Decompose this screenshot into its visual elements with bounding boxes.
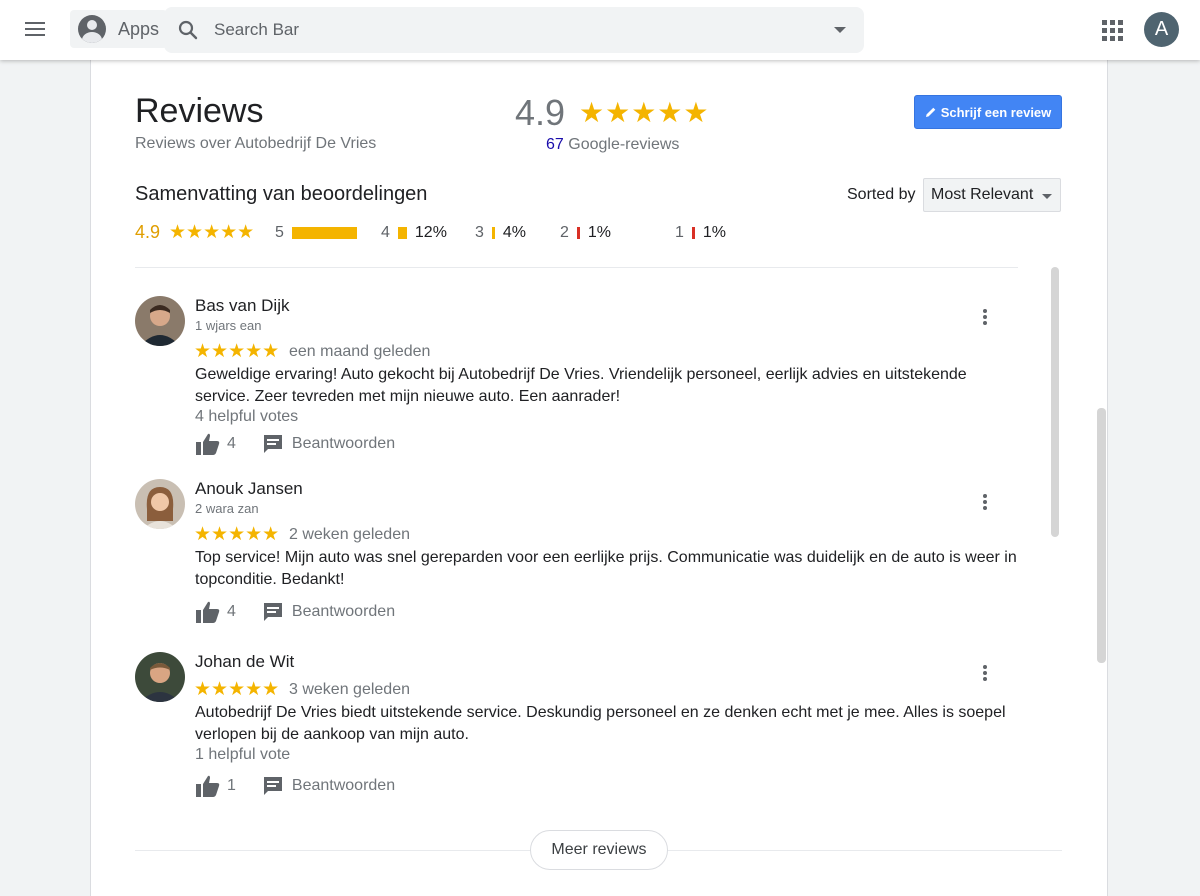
summary-title: Samenvatting van beoordelingen (135, 183, 428, 205)
page-subtitle: Reviews over Autobedrijf De Vries (135, 135, 377, 152)
google-reviews-count[interactable]: 67 Google-reviews (546, 136, 679, 154)
reply-button[interactable]: Beantwoorden (262, 775, 395, 797)
reply-label: Beantwoorden (291, 777, 396, 794)
reviewer-avatar[interactable] (135, 479, 185, 529)
divider (135, 267, 1018, 268)
chevron-down-icon (1042, 194, 1052, 199)
top-bar: Apps A (0, 0, 1200, 60)
review-item: Bas van Dijk 1 wjars ean ★★★★★ een maand… (135, 286, 1025, 466)
thumbs-up-icon[interactable] (195, 600, 221, 624)
thumbs-up-count: 4 (227, 603, 236, 620)
distribution-3: 3 4% (475, 224, 526, 242)
distribution-1: 1 1% (675, 224, 726, 242)
reviews-panel: Reviews Reviews over Autobedrijf De Vrie… (90, 60, 1108, 896)
average-rating: 4.9 (135, 222, 161, 242)
sort-dropdown[interactable]: Most Relevant (923, 178, 1061, 212)
comment-icon (263, 603, 282, 621)
reviewer-meta: 2 wara zan (195, 501, 259, 516)
thumbs-up-count: 4 (227, 435, 236, 452)
review-item: Anouk Jansen 2 wara zan ★★★★★ 2 weken ge… (135, 469, 1025, 629)
distribution-stars: 2 (560, 224, 569, 241)
review-actions: 4 Beantwoorden (195, 600, 395, 624)
distribution-percent: 4% (502, 224, 527, 241)
search-bar[interactable] (164, 7, 864, 53)
distribution-5: 5 (275, 224, 365, 242)
page-title: Reviews (135, 92, 264, 130)
more-vert-icon[interactable] (977, 662, 993, 684)
review-actions: 1 Beantwoorden (195, 774, 395, 798)
review-text: Autobedrijf De Vries biedt uitstekende s… (195, 704, 1006, 743)
reply-label: Beantwoorden (291, 435, 396, 452)
review-stars: ★★★★★ (194, 524, 280, 545)
more-vert-icon[interactable] (977, 491, 993, 513)
review-stars: ★★★★★ (194, 341, 280, 362)
distribution-stars: 4 (381, 224, 390, 241)
page-scrollbar[interactable] (1097, 408, 1106, 663)
reviewer-avatar[interactable] (135, 652, 185, 702)
hamburger-menu-icon[interactable] (22, 18, 48, 42)
distribution-percent: 1% (587, 224, 612, 241)
sort-value: Most Relevant (931, 186, 1034, 203)
reviews-scrollbar[interactable] (1051, 267, 1059, 537)
distribution-4: 4 12% (381, 224, 447, 242)
apps-label: Apps (118, 18, 160, 39)
review-date: 2 weken geleden (289, 526, 410, 543)
reply-button[interactable]: Beantwoorden (262, 601, 395, 623)
reviewer-name[interactable]: Anouk Jansen (195, 479, 303, 499)
distribution-bar (291, 227, 357, 239)
review-count-suffix: Google-reviews (563, 136, 680, 153)
thumbs-up-icon[interactable] (195, 432, 221, 456)
distribution-stars: 1 (675, 224, 684, 241)
review-text: Top service! Mijn auto was snel gerepard… (195, 549, 1017, 588)
review-count[interactable]: 67 (546, 136, 564, 153)
average-stars: ★★★★★ (169, 222, 255, 243)
apps-grid-icon[interactable] (1100, 18, 1124, 42)
review-date: een maand geleden (289, 343, 431, 360)
apps-button[interactable]: Apps (70, 10, 168, 48)
search-input[interactable] (214, 20, 794, 40)
reviewer-name[interactable]: Johan de Wit (195, 652, 294, 672)
thumbs-up-icon[interactable] (195, 774, 221, 798)
review-item: Johan de Wit ★★★★★ 3 weken geleden Autob… (135, 642, 1025, 812)
reply-button[interactable]: Beantwoorden (262, 433, 395, 455)
review-actions: 4 Beantwoorden (195, 432, 395, 456)
reviewer-name[interactable]: Bas van Dijk (195, 296, 289, 316)
distribution-stars: 5 (275, 224, 284, 241)
user-avatar[interactable]: A (1144, 12, 1179, 47)
search-dropdown-icon[interactable] (834, 27, 846, 33)
review-date: 3 weken geleden (289, 681, 410, 698)
sorted-by-label: Sorted by (847, 186, 916, 203)
pencil-icon (925, 107, 936, 117)
distribution-percent: 12% (414, 224, 447, 241)
review-text: Geweldige ervaring! Auto gekocht bij Aut… (195, 366, 967, 405)
overall-rating: 4.9 (515, 92, 566, 133)
write-review-label: Schrijf een review (940, 104, 1052, 120)
write-review-button[interactable]: Schrijf een review (914, 95, 1062, 129)
more-vert-icon[interactable] (977, 306, 993, 328)
search-icon[interactable] (176, 18, 200, 42)
reviewer-avatar[interactable] (135, 296, 185, 346)
distribution-percent: 1% (702, 224, 727, 241)
comment-icon (263, 435, 282, 453)
helpful-votes: 4 helpful votes (195, 408, 299, 425)
distribution-bar (691, 227, 695, 239)
account-circle-icon (78, 15, 106, 43)
more-reviews-button[interactable]: Meer reviews (530, 830, 668, 870)
thumbs-up-count: 1 (227, 777, 236, 794)
reply-label: Beantwoorden (291, 603, 396, 620)
distribution-bar (576, 227, 580, 239)
comment-icon (263, 777, 282, 795)
rating-distribution: 4.9 ★★★★★ 5 4 12% 3 4% 2 1% 1 1% (135, 222, 1035, 246)
helpful-votes: 1 helpful vote (195, 746, 291, 763)
distribution-bar (397, 227, 407, 239)
distribution-stars: 3 (475, 224, 484, 241)
distribution-bar (491, 227, 495, 239)
review-stars: ★★★★★ (194, 679, 280, 700)
overall-stars: ★★★★★ (579, 97, 710, 128)
distribution-2: 2 1% (560, 224, 611, 242)
reviewer-meta: 1 wjars ean (195, 318, 262, 333)
